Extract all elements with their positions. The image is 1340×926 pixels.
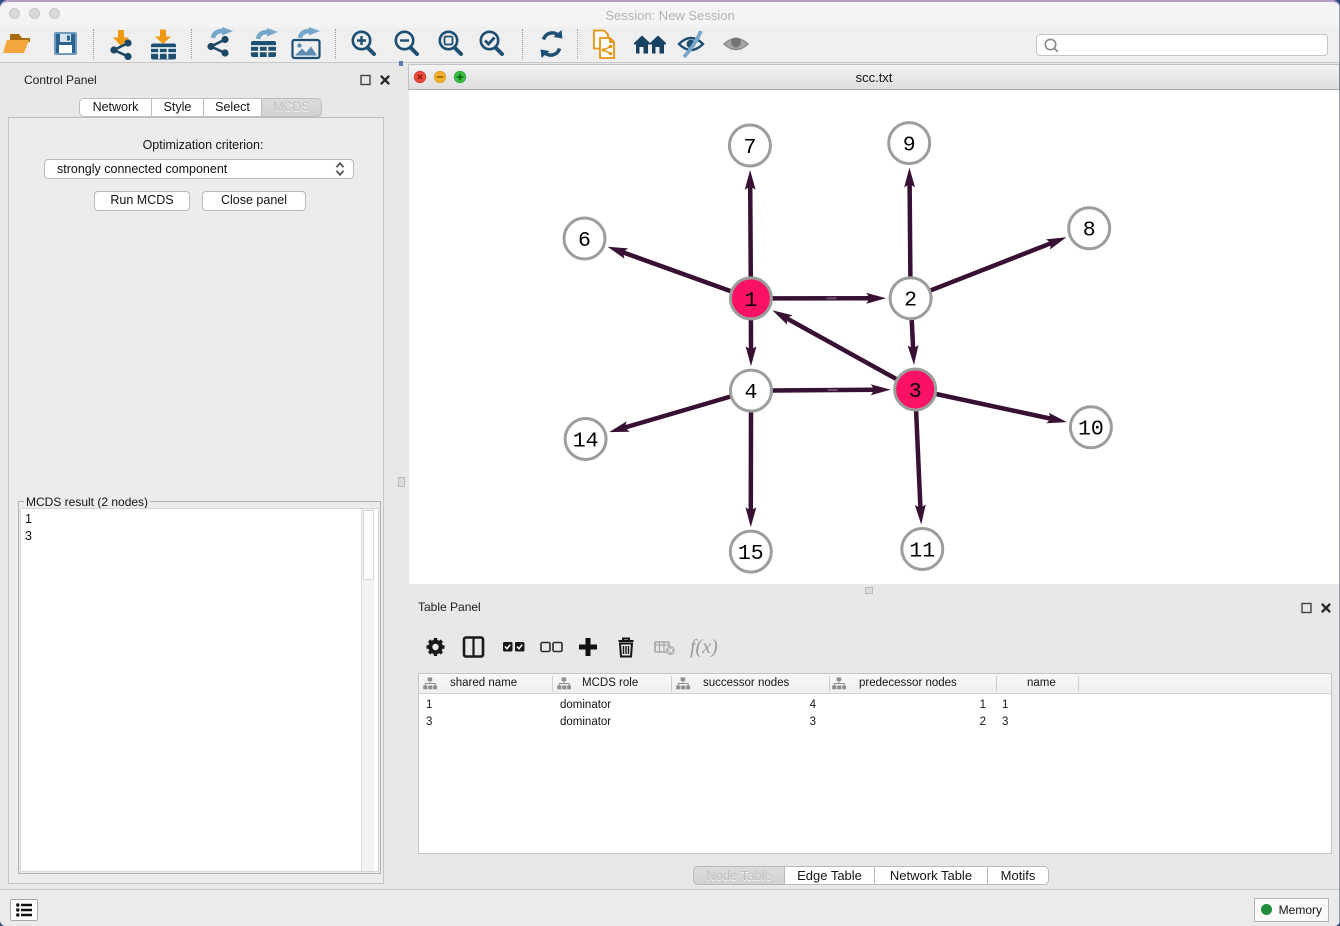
- svg-text:6: 6: [578, 229, 591, 253]
- svg-text:1: 1: [744, 289, 757, 313]
- svg-text:2: 2: [904, 289, 917, 313]
- svg-text:4: 4: [745, 381, 758, 405]
- svg-text:11: 11: [909, 539, 935, 563]
- svg-text:8: 8: [1083, 219, 1096, 243]
- svg-text:10: 10: [1078, 418, 1104, 442]
- svg-text:9: 9: [903, 134, 916, 158]
- svg-text:f(x): f(x): [690, 636, 718, 658]
- svg-text:15: 15: [738, 542, 764, 566]
- svg-text:14: 14: [573, 429, 599, 453]
- svg-text:3: 3: [909, 380, 922, 404]
- svg-text:7: 7: [743, 136, 756, 160]
